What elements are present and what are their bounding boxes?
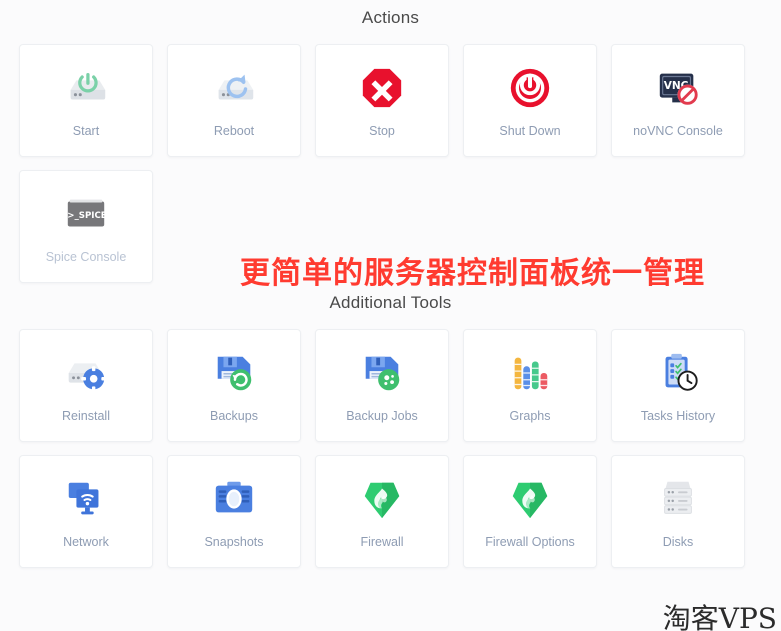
network-wifi-icon — [60, 474, 112, 524]
actions-section-title: Actions — [361, 8, 420, 27]
action-card-spice-console[interactable]: >_SPICE Spice Console — [19, 170, 153, 283]
action-card-firewall[interactable]: Firewall — [315, 455, 449, 568]
action-card-backup-jobs[interactable]: Backup Jobs — [315, 329, 449, 442]
shield-flame-icon — [504, 474, 556, 524]
floppy-restore-icon — [208, 348, 260, 398]
action-card-label: Shut Down — [499, 123, 561, 138]
action-card-disks[interactable]: Disks — [611, 455, 745, 568]
additional-tools-section-title: Additional Tools — [329, 293, 452, 312]
stop-octagon-icon — [356, 63, 408, 113]
action-card-backups[interactable]: Backups — [167, 329, 301, 442]
action-card-reboot[interactable]: Reboot — [167, 44, 301, 157]
action-card-start[interactable]: Start — [19, 44, 153, 157]
action-card-label: Tasks History — [640, 408, 716, 423]
vnc-monitor-blocked-icon: VNC — [652, 63, 704, 113]
action-card-shut-down[interactable]: Shut Down — [463, 44, 597, 157]
svg-text:>_SPICE: >_SPICE — [67, 210, 107, 220]
spice-terminal-icon: >_SPICE — [60, 189, 112, 239]
promo-banner-text: 更简单的服务器控制面板统一管理 — [240, 256, 705, 291]
additional-tools-grid: Reinstall Backups Backup Jobs Graphs Tas… — [0, 329, 781, 568]
clipboard-clock-icon — [652, 348, 704, 398]
action-card-label: Reboot — [213, 123, 255, 138]
server-gear-icon — [60, 348, 112, 398]
action-card-label: noVNC Console — [633, 123, 723, 138]
server-reboot-icon — [208, 63, 260, 113]
action-card-label: Firewall Options — [485, 534, 575, 549]
action-card-snapshots[interactable]: Snapshots — [167, 455, 301, 568]
watermark-text: 淘客VPS — [662, 602, 777, 631]
action-card-label: Reinstall — [62, 408, 110, 423]
action-card-label: Network — [63, 534, 109, 549]
action-card-label: Backups — [210, 408, 258, 423]
action-card-firewall-options[interactable]: Firewall Options — [463, 455, 597, 568]
camera-icon — [208, 474, 260, 524]
action-card-label: Snapshots — [204, 534, 264, 549]
action-card-tasks-history[interactable]: Tasks History — [611, 329, 745, 442]
vps-control-panel: Actions Start Reboot Stop Shut Down VNC — [0, 8, 781, 631]
shield-flame-icon — [356, 474, 408, 524]
action-card-stop[interactable]: Stop — [315, 44, 449, 157]
action-card-graphs[interactable]: Graphs — [463, 329, 597, 442]
action-card-label: Spice Console — [45, 249, 127, 264]
action-card-label: Backup Jobs — [346, 408, 418, 423]
action-card-network[interactable]: Network — [19, 455, 153, 568]
action-card-reinstall[interactable]: Reinstall — [19, 329, 153, 442]
power-off-icon — [504, 63, 556, 113]
disks-stack-icon — [652, 474, 704, 524]
action-card-label: Firewall — [360, 534, 404, 549]
action-card-label: Stop — [369, 123, 395, 138]
floppy-gear-icon — [356, 348, 408, 398]
action-card-label: Start — [72, 123, 100, 138]
action-card-novnc-console[interactable]: VNC noVNC Console — [611, 44, 745, 157]
server-power-start-icon — [60, 63, 112, 113]
action-card-label: Graphs — [509, 408, 551, 423]
bar-chart-icon — [504, 348, 556, 398]
action-card-label: Disks — [662, 534, 694, 549]
